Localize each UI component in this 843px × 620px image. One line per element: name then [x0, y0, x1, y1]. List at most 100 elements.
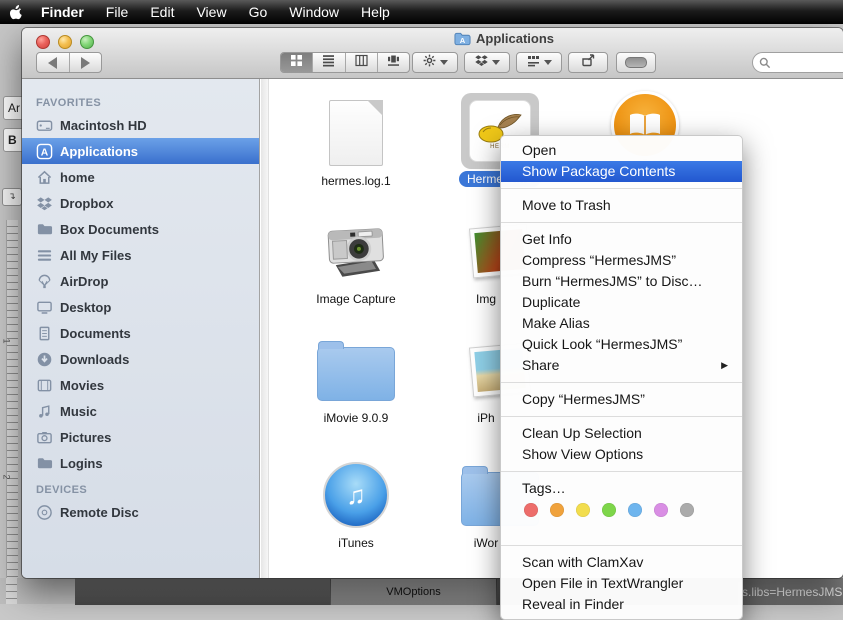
file-icon-area [329, 95, 383, 171]
menu-item-open[interactable]: Open [501, 140, 742, 161]
context-menu: OpenShow Package Contents Move to Trash Ge… [500, 135, 743, 620]
menubar-item-edit[interactable]: Edit [139, 0, 185, 24]
menu-item-copy-hermesjms[interactable]: Copy “HermesJMS” [501, 389, 742, 410]
menu-item-scan-with-clamxav[interactable]: Scan with ClamXav [501, 552, 742, 573]
home-icon [36, 169, 53, 186]
sidebar-item-logins[interactable]: Logins [22, 450, 259, 476]
ruler-number: 1 [2, 338, 12, 343]
sidebar-item-dropbox[interactable]: Dropbox [22, 190, 259, 216]
documents-icon [36, 325, 53, 342]
menu-item-label: Make Alias [522, 313, 590, 334]
background-app-strip: Ar B ↴ 123 [0, 24, 22, 604]
applications-folder-icon: A [454, 32, 471, 46]
file-item-imovie-9-0-9[interactable]: iMovie 9.0.9 [291, 332, 421, 425]
menu-item-burn-hermesjms-to-disc[interactable]: Burn “HermesJMS” to Disc… [501, 271, 742, 292]
menu-item-show-package-contents[interactable]: Show Package Contents [501, 161, 742, 182]
icon-view-button[interactable] [281, 53, 313, 72]
menubar-item-file[interactable]: File [95, 0, 140, 24]
file-label-text: Image Capture [316, 292, 395, 306]
sidebar-item-label: Logins [60, 456, 103, 471]
tag-color-dot[interactable] [602, 503, 616, 517]
menu-separator [501, 222, 742, 223]
tag-color-dot[interactable] [654, 503, 668, 517]
tag-color-dots [501, 503, 742, 517]
sidebar-item-downloads[interactable]: Downloads [22, 346, 259, 372]
menu-item-label: Scan with ClamXav [522, 552, 643, 573]
file-label-text: iPh [477, 411, 494, 425]
menubar-item-help[interactable]: Help [350, 0, 401, 24]
itunes-app-icon: ♫ [323, 462, 389, 528]
menubar-item-go[interactable]: Go [238, 0, 279, 24]
search-field[interactable] [752, 52, 843, 73]
menubar-item-finder[interactable]: Finder [30, 0, 95, 24]
titlebar[interactable]: A Applications [22, 28, 843, 79]
menu-item-make-alias[interactable]: Make Alias [501, 313, 742, 334]
sidebar-item-remote-disc[interactable]: Remote Disc [22, 499, 259, 525]
menu-item-show-view-options[interactable]: Show View Options [501, 444, 742, 465]
arrange-icon [527, 54, 540, 72]
apple-logo-icon [8, 4, 23, 21]
file-item-image-capture[interactable]: Image Capture [291, 213, 421, 306]
sidebar-item-all-my-files[interactable]: All My Files [22, 242, 259, 268]
menu-item-share[interactable]: Share▶ [501, 355, 742, 376]
action-gear-menu[interactable] [412, 52, 458, 73]
apple-menu[interactable] [0, 4, 30, 21]
menu-item-clean-up-selection[interactable]: Clean Up Selection [501, 423, 742, 444]
menu-item-quick-look-hermesjms[interactable]: Quick Look “HermesJMS” [501, 334, 742, 355]
menubar-item-view[interactable]: View [185, 0, 237, 24]
blue-folder-icon [317, 347, 395, 401]
tag-color-dot[interactable] [550, 503, 564, 517]
menu-item-open-file-in-textwrangler[interactable]: Open File in TextWrangler [501, 573, 742, 594]
menu-item-move-to-trash[interactable]: Move to Trash [501, 195, 742, 216]
remote-disc-icon [36, 504, 53, 521]
menu-item-label: Share [522, 355, 559, 376]
file-item-itunes[interactable]: ♫iTunes [291, 457, 421, 550]
airdrop-icon [36, 273, 53, 290]
sidebar-item-desktop[interactable]: Desktop [22, 294, 259, 320]
back-button[interactable] [37, 53, 70, 72]
file-label-text: Img [476, 292, 496, 306]
file-icon-area [321, 213, 391, 289]
sidebar-item-box-documents[interactable]: Box Documents [22, 216, 259, 242]
close-button[interactable] [36, 35, 50, 49]
sidebar-item-label: Box Documents [60, 222, 159, 237]
sidebar-item-music[interactable]: Music [22, 398, 259, 424]
tag-color-dot[interactable] [524, 503, 538, 517]
sidebar-item-macintosh-hd[interactable]: Macintosh HD [22, 112, 259, 138]
file-item-hermes-log-1[interactable]: hermes.log.1 [291, 95, 421, 188]
sidebar-item-home[interactable]: home [22, 164, 259, 190]
column-view-button[interactable] [346, 53, 378, 72]
sidebar-item-documents[interactable]: Documents [22, 320, 259, 346]
tag-color-dot[interactable] [680, 503, 694, 517]
menu-item-tags[interactable]: Tags… [501, 478, 742, 499]
share-button[interactable] [568, 52, 608, 73]
menu-item-compress-hermesjms[interactable]: Compress “HermesJMS” [501, 250, 742, 271]
menu-item-reveal-in-finder[interactable]: Reveal in Finder [501, 594, 742, 615]
menu-item-get-info[interactable]: Get Info [501, 229, 742, 250]
sidebar-item-pictures[interactable]: Pictures [22, 424, 259, 450]
menubar-item-window[interactable]: Window [278, 0, 350, 24]
sidebar-item-applications[interactable]: AApplications [22, 138, 259, 164]
vmoptions-tab[interactable]: VMOptions [330, 579, 497, 605]
tag-color-dot[interactable] [576, 503, 590, 517]
zoom-button[interactable] [80, 35, 94, 49]
movies-icon [36, 377, 53, 394]
file-icon-area: ♫ [323, 457, 389, 533]
list-view-button[interactable] [313, 53, 345, 72]
dropbox-menu[interactable] [464, 52, 510, 73]
folder-icon [36, 455, 53, 472]
menu-separator [501, 545, 742, 546]
arrange-menu[interactable] [516, 52, 562, 73]
coverflow-view-button[interactable] [378, 53, 409, 72]
menu-item-label: Clean Up Selection [522, 423, 642, 444]
ruler-number: 2 [2, 474, 12, 479]
tag-color-dot[interactable] [628, 503, 642, 517]
minimize-button[interactable] [58, 35, 72, 49]
sidebar-item-airdrop[interactable]: AirDrop [22, 268, 259, 294]
edit-tags-button[interactable] [616, 52, 656, 73]
forward-button[interactable] [70, 53, 102, 72]
search-input[interactable] [775, 55, 839, 71]
sidebar-item-movies[interactable]: Movies [22, 372, 259, 398]
sidebar-item-label: Remote Disc [60, 505, 139, 520]
menu-item-duplicate[interactable]: Duplicate [501, 292, 742, 313]
